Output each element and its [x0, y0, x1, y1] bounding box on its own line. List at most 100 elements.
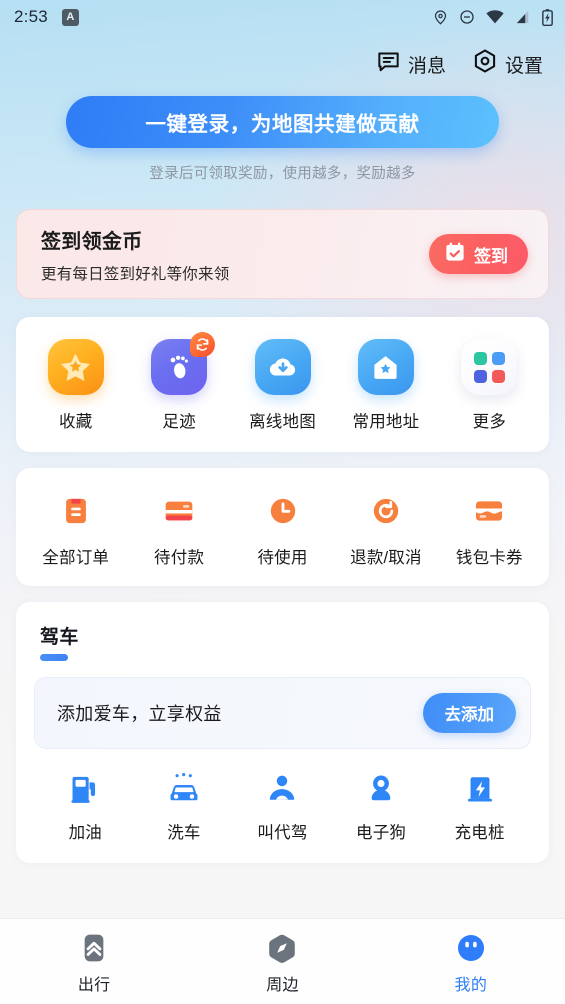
add-car-button[interactable]: 去添加 [422, 693, 516, 733]
settings-button[interactable]: 设置 [472, 48, 543, 80]
order-unpaid[interactable]: 待付款 [127, 490, 230, 568]
quick-action-label: 收藏 [59, 413, 93, 431]
travel-chevrons-icon [75, 929, 113, 967]
orders-card: 全部订单 待付款 待使用 退款/取消 钱包卡券 [16, 468, 549, 586]
drive-title: 驾车 [40, 627, 79, 648]
messages-button[interactable]: 消息 [376, 49, 446, 80]
service-radar-detector[interactable]: 电子狗 [332, 769, 431, 843]
drive-header: 驾车 [34, 622, 531, 661]
services-grid: 加油 洗车 叫代驾 电子狗 充电桩 [34, 769, 531, 843]
profile-face-icon [452, 929, 490, 967]
service-label: 叫代驾 [257, 824, 308, 842]
quick-action-more[interactable]: 更多 [438, 339, 541, 432]
quick-actions-card: 收藏 足迹 离线地图 常用地址 更多 [16, 317, 549, 452]
battery-charging-icon [542, 8, 553, 26]
footprint-icon [151, 332, 216, 395]
drive-active-underline [40, 654, 68, 661]
drive-section-card: 驾车 添加爱车，立享权益 去添加 加油 洗车 叫代驾 电子狗 充电桩 [16, 602, 549, 863]
tab-label: 周边 [266, 977, 299, 994]
order-label: 待使用 [257, 549, 308, 567]
order-refund-cancel[interactable]: 退款/取消 [334, 490, 437, 568]
quick-action-label: 常用地址 [352, 413, 420, 431]
more-dot-1 [473, 351, 487, 365]
checkin-button[interactable]: 签到 [429, 234, 528, 274]
more-dot-4 [491, 369, 505, 383]
order-label: 全部订单 [42, 549, 110, 567]
message-bubble-icon [376, 49, 401, 80]
one-click-login-button[interactable]: 一键登录，为地图共建做贡献 [66, 96, 499, 148]
service-designated-driver[interactable]: 叫代驾 [233, 769, 332, 843]
bottom-navigation: 出行 周边 我的 [0, 918, 565, 1004]
service-charging-station[interactable]: 充电桩 [430, 769, 529, 843]
clock-icon [262, 490, 304, 532]
quick-action-common-address[interactable]: 常用地址 [334, 339, 437, 432]
service-refuel[interactable]: 加油 [36, 769, 135, 843]
login-subtitle: 登录后可领取奖励，使用越多，奖励越多 [149, 166, 416, 182]
quick-actions-grid: 收藏 足迹 离线地图 常用地址 更多 [24, 332, 541, 432]
service-label: 洗车 [167, 824, 201, 842]
credit-card-icon [158, 490, 200, 532]
calendar-check-icon [444, 241, 466, 268]
order-label: 钱包卡券 [455, 549, 523, 567]
status-bar-time: 2:53 [14, 7, 48, 26]
more-dots [473, 351, 505, 383]
page-scroll-area[interactable]: 消息 设置 一键登录，为地图共建做贡献 登录后可领取奖励，使用越多，奖励越多 签… [0, 34, 565, 871]
daily-checkin-card[interactable]: 签到领金币 更有每日签到好礼等你来领 签到 [16, 209, 549, 299]
wallet-icon [468, 490, 510, 532]
status-bar: 2:53 A [0, 0, 565, 34]
checkin-desc: 更有每日签到好礼等你来领 [41, 265, 230, 283]
service-label: 充电桩 [454, 824, 505, 842]
cloud-download-icon [254, 339, 311, 395]
add-car-promo[interactable]: 添加爱车，立享权益 去添加 [34, 677, 531, 749]
order-unused[interactable]: 待使用 [231, 490, 334, 568]
car-wash-icon [164, 769, 204, 809]
driver-person-icon [262, 769, 302, 809]
order-label: 退款/取消 [350, 549, 422, 567]
quick-action-label: 足迹 [162, 413, 196, 431]
service-label: 电子狗 [356, 824, 407, 842]
gear-icon [472, 48, 498, 80]
add-car-promo-text: 添加爱车，立享权益 [57, 704, 222, 724]
quick-action-label: 离线地图 [249, 413, 316, 431]
quick-action-label: 更多 [472, 413, 507, 431]
tab-label: 我的 [454, 977, 488, 994]
order-list-icon [55, 490, 97, 532]
quick-action-offline-map[interactable]: 离线地图 [231, 339, 334, 432]
grid-more-icon [461, 339, 518, 395]
header-actions: 消息 设置 [0, 34, 565, 80]
checkin-text: 签到领金币 更有每日签到好礼等你来领 [41, 225, 429, 284]
service-car-wash[interactable]: 洗车 [135, 769, 234, 843]
service-label: 加油 [68, 824, 102, 842]
gas-pump-icon [65, 769, 105, 809]
more-dot-3 [473, 369, 487, 383]
home-star-icon [357, 339, 414, 395]
order-wallet[interactable]: 钱包卡券 [438, 490, 541, 568]
orders-grid: 全部订单 待付款 待使用 退款/取消 钱包卡券 [24, 490, 541, 568]
messages-label: 消息 [407, 55, 446, 77]
more-dot-2 [491, 351, 505, 365]
do-not-disturb-icon [459, 9, 475, 25]
location-pin-icon [433, 9, 448, 26]
cellular-signal-icon [515, 10, 531, 24]
app-notification-icon: A [61, 8, 79, 26]
tab-travel[interactable]: 出行 [0, 929, 188, 995]
refund-refresh-icon [365, 490, 407, 532]
order-label: 待付款 [154, 549, 205, 567]
nearby-compass-icon [263, 929, 301, 967]
tab-profile[interactable]: 我的 [377, 929, 565, 995]
quick-action-footprints[interactable]: 足迹 [127, 332, 230, 432]
tab-nearby[interactable]: 周边 [188, 929, 376, 995]
settings-label: 设置 [504, 55, 543, 77]
checkin-title: 签到领金币 [41, 230, 143, 253]
sync-badge-icon [190, 332, 216, 357]
charging-station-icon [460, 769, 500, 809]
status-bar-icons [433, 8, 553, 26]
star-icon [47, 339, 104, 395]
radar-detector-icon [361, 769, 401, 809]
tab-label: 出行 [77, 977, 111, 994]
quick-action-favorites[interactable]: 收藏 [24, 339, 127, 432]
wifi-icon [486, 10, 504, 24]
order-all[interactable]: 全部订单 [24, 490, 127, 568]
checkin-button-label: 签到 [474, 246, 508, 266]
login-section: 一键登录，为地图共建做贡献 登录后可领取奖励，使用越多，奖励越多 [0, 80, 565, 183]
